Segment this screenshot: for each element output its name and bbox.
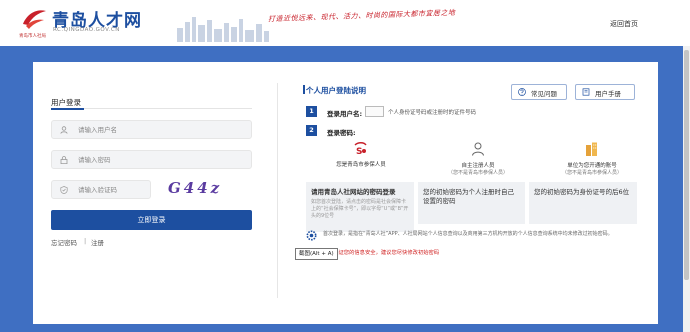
building-icon	[586, 142, 597, 156]
box-org-text: 您的初始密码为身份证号的后6位	[534, 188, 630, 196]
password-info-box-insured: 请用青岛人社网站的密码登录 如您首次登陆，请点击的密码是社会保障卡上的“社会保障…	[306, 182, 414, 232]
login-button[interactable]: 立即登录	[51, 210, 252, 230]
user-manual-button[interactable]: 用户手册	[575, 84, 635, 100]
box-insured-title: 请用青岛人社网站的密码登录	[311, 188, 396, 196]
social-security-icon: S	[354, 142, 367, 156]
box-self-text: 您的初始密码为个人注册时自己设置的密码	[423, 188, 514, 205]
shield-check-icon	[60, 186, 68, 194]
step-number-1: 1	[306, 106, 317, 117]
gear-icon	[306, 230, 317, 241]
password-input[interactable]	[78, 153, 238, 166]
qingdao-logo-icon	[23, 10, 46, 29]
username-input[interactable]	[78, 123, 238, 136]
option-self-registered-label: 自主注册人员	[461, 163, 495, 169]
step1-description: 个人身份证号码或注册时的证件号码	[388, 110, 477, 116]
faq-button[interactable]: 常见问题	[511, 84, 567, 100]
scrollbar-thumb[interactable]	[684, 50, 689, 280]
forgot-password-link[interactable]: 忘记密码	[51, 237, 77, 247]
step1-label: 登录用户名:	[327, 110, 363, 118]
password-info-box-org: 您的初始密码为身份证号的后6位	[529, 182, 637, 224]
faq-button-label: 常见问题	[531, 90, 557, 98]
svg-text:S: S	[356, 147, 362, 156]
first-login-notice: 首次登录，是指在“青岛人社”APP、人社局网站个人信息查询以及商用第三方机构开放…	[323, 231, 613, 237]
option-insured-label: 您是青岛市参保人员	[336, 162, 386, 168]
tab-user-login[interactable]: 用户登录	[51, 97, 81, 108]
captcha-image[interactable]: G44z	[168, 179, 238, 199]
site-url: RC.QINGDAO.GOV.CN	[53, 27, 120, 33]
instructions-title: 个人用户登陆说明	[306, 86, 366, 95]
id-card-icon	[365, 106, 384, 117]
home-link[interactable]: 返回首页	[610, 19, 638, 29]
step2-label: 登录密码:	[327, 129, 356, 137]
book-icon	[582, 88, 590, 96]
password-info-box-self: 您的初始密码为个人注册时自己设置的密码	[418, 182, 525, 224]
user-icon	[60, 126, 68, 134]
username-field[interactable]	[51, 120, 252, 139]
slogan-text: 打造近悦远来、现代、活力、时尚的国际大都市宜居之地	[267, 8, 456, 24]
screenshot-tooltip: 截图(Alt + A)	[295, 248, 338, 260]
user-manual-button-label: 用户手册	[595, 90, 621, 98]
site-subtitle: 青岛市人社局	[19, 34, 46, 39]
captcha-input[interactable]	[78, 183, 146, 196]
active-tab-indicator	[51, 108, 84, 110]
password-field[interactable]	[51, 150, 252, 169]
step-number-2: 2	[306, 125, 317, 136]
question-icon	[518, 88, 526, 96]
city-skyline-icon	[177, 17, 269, 42]
option-org-account-label: 单位为您开通的账号	[567, 163, 617, 169]
title-accent-bar	[303, 85, 305, 94]
vertical-divider	[277, 83, 278, 298]
option-org-account-sub: （您不是青岛市参保人员）	[561, 170, 622, 176]
register-link[interactable]: 注册	[91, 237, 104, 247]
box-insured-description: 如您首次登陆，请点击的密码是社会保障卡上的“社会保障卡号”，即以字母“U”或“B…	[311, 199, 409, 219]
top-header: 青岛人才网 RC.QINGDAO.GOV.CN 青岛市人社局 打造近悦远来、现代…	[0, 0, 690, 46]
lock-icon	[60, 156, 68, 164]
captcha-field[interactable]	[51, 180, 151, 199]
option-self-registered-sub: （您不是青岛市参保人员）	[447, 170, 508, 176]
link-separator: |	[84, 237, 87, 245]
person-icon	[472, 142, 484, 156]
